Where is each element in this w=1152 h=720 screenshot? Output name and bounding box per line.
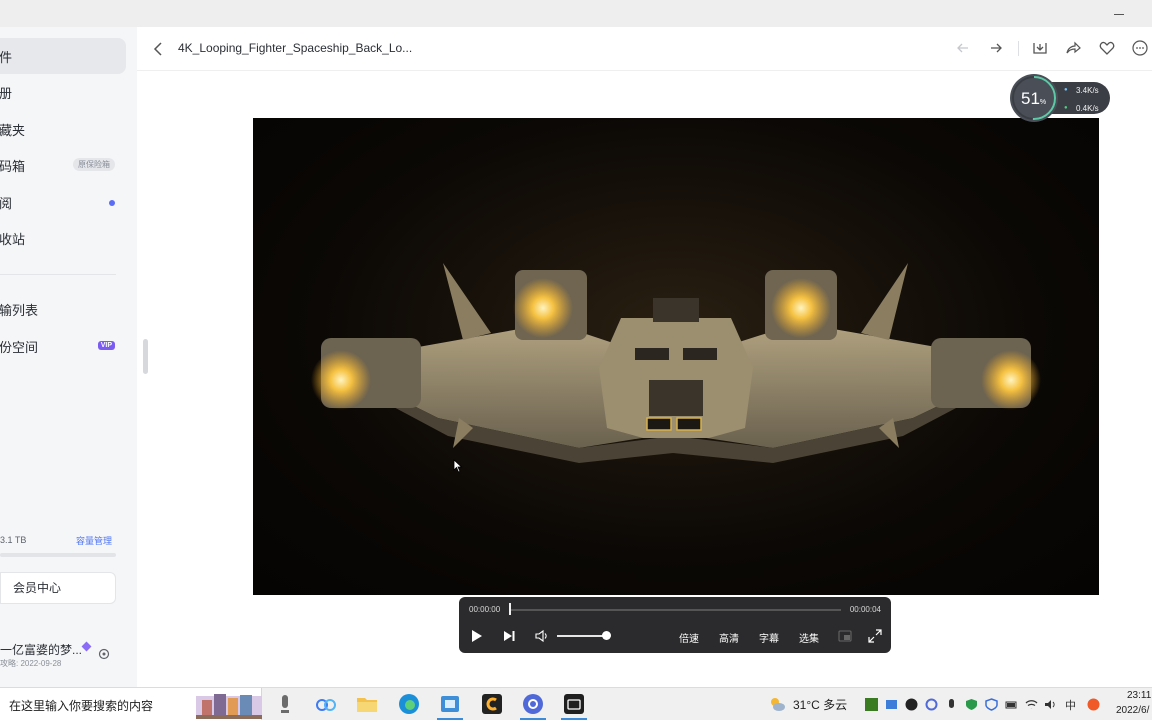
subtitle-button[interactable]: 字幕 <box>759 630 779 645</box>
clock-date[interactable]: 2022/6/ <box>1116 705 1149 716</box>
search-highlight-art-icon <box>196 694 262 719</box>
sidebar-item-safebox[interactable]: 码箱 原保险箱 <box>0 147 126 183</box>
speaker-tray-icon[interactable] <box>1044 698 1057 711</box>
network-speed-widget[interactable]: 51% ● 3.4K/s ● 0.4K/s <box>1010 74 1110 122</box>
speed-button[interactable]: 倍速 <box>679 630 699 645</box>
chevron-left-icon[interactable] <box>149 39 169 59</box>
sidebar-item-label: 件 <box>0 49 13 65</box>
mic-app-icon[interactable] <box>273 692 297 716</box>
sidebar-item-subscribe[interactable]: 阅 <box>0 184 126 220</box>
user-subtitle: 攻略: 2022-09-28 <box>0 659 62 668</box>
toolbar-separator <box>1018 41 1019 56</box>
upload-arrow-icon: ● <box>1064 87 1068 93</box>
photo-tray-icon[interactable] <box>885 698 898 711</box>
sogou-tray-icon[interactable] <box>1087 698 1100 711</box>
settings-icon[interactable] <box>98 648 110 660</box>
file-explorer-icon[interactable] <box>355 692 379 716</box>
user-name[interactable]: 一亿富婆的梦... <box>0 641 82 658</box>
undo-arrow-icon[interactable] <box>953 38 973 58</box>
download-arrow-icon: ● <box>1064 105 1068 111</box>
battery-tray-icon[interactable] <box>1005 698 1018 711</box>
viewer-title-bar: 4K_Looping_Fighter_Spaceship_Back_Lo... <box>137 27 1152 71</box>
player-control-bar: 00:00:00 00:00:04 倍速 高清 字幕 选集 <box>459 597 891 653</box>
duration: 00:00:04 <box>849 605 881 614</box>
vip-badge: VIP <box>97 341 115 350</box>
window-titlebar <box>0 0 1152 27</box>
heart-icon[interactable] <box>1097 38 1117 58</box>
search-placeholder: 在这里输入你要搜索的内容 <box>9 699 154 713</box>
nvidia-tray-icon[interactable] <box>865 698 878 711</box>
wifi-tray-icon[interactable] <box>1025 698 1038 711</box>
shield-tray-icon[interactable] <box>965 698 978 711</box>
upload-speed: 3.4K/s <box>1076 86 1099 95</box>
minimize-icon[interactable] <box>1114 6 1126 20</box>
sidebar-item-transfer-list[interactable]: 输列表 <box>0 291 126 327</box>
sidebar-item-label: 册 <box>0 85 13 101</box>
video-player-app-icon[interactable] <box>562 692 586 716</box>
sidebar-item-files[interactable]: 件 <box>0 38 126 74</box>
ime-tray-icon[interactable]: 中 <box>1064 698 1077 711</box>
download-icon[interactable] <box>1030 38 1050 58</box>
storage-bar <box>0 553 116 557</box>
taskbar-search[interactable]: 在这里输入你要搜索的内容 <box>0 688 262 720</box>
spaceship-video-image <box>311 263 1041 463</box>
file-title: 4K_Looping_Fighter_Spaceship_Back_Lo... <box>178 41 413 55</box>
safebox-tag: 原保险箱 <box>73 158 115 171</box>
sidebar-item-label: 输列表 <box>0 302 39 318</box>
download-speed: 0.4K/s <box>1076 104 1099 113</box>
sidebar-item-label: 阅 <box>0 195 13 211</box>
progress-handle[interactable] <box>509 603 511 615</box>
quality-button[interactable]: 高清 <box>719 630 739 645</box>
pip-icon[interactable] <box>837 628 853 644</box>
taskbar: 在这里输入你要搜索的内容 31°C 多云 中 23:11 2022/6/ <box>0 687 1152 720</box>
baidu-netdisk-icon[interactable] <box>314 692 338 716</box>
weather-text[interactable]: 31°C 多云 <box>793 696 847 713</box>
sidebar-divider <box>0 274 116 275</box>
capacity-manage-link[interactable]: 容量管理 <box>76 534 112 547</box>
speed-percent: 51% <box>1021 89 1047 108</box>
current-time: 00:00:00 <box>469 605 501 614</box>
volume-icon[interactable] <box>534 628 550 644</box>
sidebar-item-favorites[interactable]: 藏夹 <box>0 111 126 147</box>
sidebar: 件 册 藏夹 码箱 原保险箱 阅 收站 输列表 份空间 VIP 3.1 TB 容… <box>0 27 137 687</box>
progress-bar[interactable] <box>510 609 841 611</box>
sidebar-resize-handle[interactable] <box>143 339 148 374</box>
sidebar-item-label: 藏夹 <box>0 122 26 138</box>
store-icon[interactable] <box>438 692 462 716</box>
more-icon[interactable] <box>1130 38 1150 58</box>
video-frame[interactable] <box>253 118 1099 595</box>
sidebar-item-label: 份空间 <box>0 339 39 355</box>
vip-diamond-icon <box>81 641 92 652</box>
play-icon[interactable] <box>468 628 484 644</box>
c-tray-icon[interactable] <box>905 698 918 711</box>
redo-arrow-icon[interactable] <box>986 38 1006 58</box>
edge-icon[interactable] <box>397 692 421 716</box>
mic-tray-icon[interactable] <box>945 698 958 711</box>
fullscreen-icon[interactable] <box>867 628 883 644</box>
chrome-like-icon[interactable] <box>521 692 545 716</box>
clock-time[interactable]: 23:11 <box>1127 690 1151 701</box>
notification-dot <box>109 200 115 206</box>
sidebar-item-label: 码箱 <box>0 158 26 174</box>
sidebar-item-backup-space[interactable]: 份空间 VIP <box>0 328 126 364</box>
share-icon[interactable] <box>1063 38 1083 58</box>
defender-tray-icon[interactable] <box>985 698 998 711</box>
episodes-button[interactable]: 选集 <box>799 630 819 645</box>
sidebar-item-label: 收站 <box>0 231 26 247</box>
next-icon[interactable] <box>501 628 517 644</box>
storage-usage: 3.1 TB <box>0 535 27 545</box>
svg-text:中: 中 <box>1065 699 1076 711</box>
c-app-icon[interactable] <box>480 692 504 716</box>
sidebar-item-recycle[interactable]: 收站 <box>0 220 126 256</box>
weather-cloud-sun-icon <box>771 698 785 711</box>
mouse-cursor-icon <box>453 459 463 473</box>
volume-knob[interactable] <box>602 631 611 640</box>
vip-center-button[interactable]: 会员中心 <box>0 572 116 604</box>
sidebar-item-album[interactable]: 册 <box>0 74 126 110</box>
ring-tray-icon[interactable] <box>925 698 938 711</box>
